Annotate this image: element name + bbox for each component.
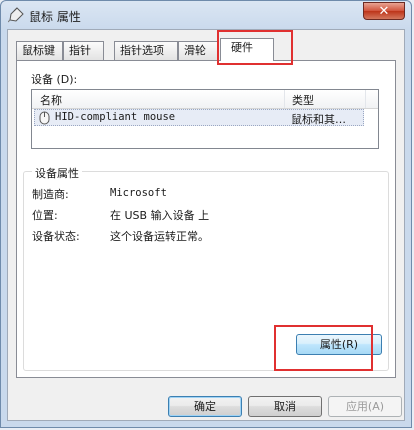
cancel-button[interactable]: 取消 bbox=[248, 396, 322, 417]
device-list[interactable]: 名称 类型 HID-compliant mouse 鼠标和其… bbox=[31, 89, 379, 149]
device-name: HID-compliant mouse bbox=[55, 111, 176, 123]
manufacturer-value: Microsoft bbox=[110, 187, 167, 199]
column-divider bbox=[365, 90, 366, 108]
window-title: 鼠标 属性 bbox=[29, 10, 81, 24]
device-status-value: 这个设备运转正常。 bbox=[110, 230, 209, 243]
mouse-icon bbox=[8, 7, 24, 23]
column-divider bbox=[284, 90, 285, 108]
devices-label: 设备 (D): bbox=[31, 73, 78, 86]
tab-buttons[interactable]: 鼠标键 bbox=[16, 41, 63, 60]
device-row[interactable]: HID-compliant mouse 鼠标和其… bbox=[34, 109, 364, 126]
column-header-type[interactable]: 类型 bbox=[292, 92, 314, 108]
manufacturer-label: 制造商: bbox=[32, 188, 69, 201]
ok-button[interactable]: 确定 bbox=[168, 396, 242, 417]
close-button[interactable]: ✕ bbox=[363, 2, 405, 20]
location-value: 在 USB 输入设备 上 bbox=[110, 209, 210, 222]
column-header-name[interactable]: 名称 bbox=[40, 92, 62, 108]
mouse-icon bbox=[39, 111, 50, 125]
highlight-box-hardware-tab bbox=[217, 30, 293, 65]
tab-wheel[interactable]: 滑轮 bbox=[178, 41, 218, 60]
group-title: 设备属性 bbox=[32, 165, 82, 181]
list-header: 名称 类型 bbox=[32, 90, 378, 109]
highlight-box-properties-button bbox=[274, 325, 373, 371]
title-bar: 鼠标 属性 ✕ bbox=[1, 1, 411, 29]
device-type: 鼠标和其… bbox=[291, 113, 346, 126]
location-label: 位置: bbox=[32, 209, 58, 222]
apply-button[interactable]: 应用(A) bbox=[328, 396, 402, 417]
tab-pointer-options[interactable]: 指针选项 bbox=[114, 41, 178, 60]
close-icon: ✕ bbox=[378, 4, 390, 19]
device-status-label: 设备状态: bbox=[32, 230, 80, 243]
tab-pointers[interactable]: 指针 bbox=[63, 41, 104, 60]
